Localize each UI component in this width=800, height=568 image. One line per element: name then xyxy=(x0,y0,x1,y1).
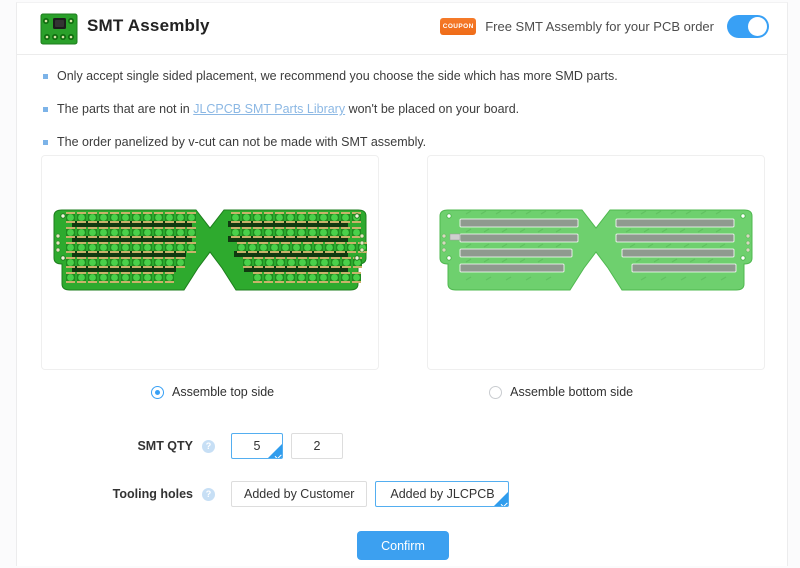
tooling-holes-row: Tooling holes ? Added by Customer Added … xyxy=(41,481,765,507)
help-icon[interactable]: ? xyxy=(202,488,215,501)
note-item: The parts that are not in JLCPCB SMT Par… xyxy=(43,100,743,118)
note-text-before: Only accept single sided placement, we r… xyxy=(57,69,618,83)
bullet-icon xyxy=(43,140,48,145)
top-side-pcb-image xyxy=(50,188,370,338)
radio-assemble-top-side[interactable]: Assemble top side xyxy=(151,385,274,399)
radio-label: Assemble bottom side xyxy=(510,385,633,399)
note-item: The order panelized by v-cut can not be … xyxy=(43,133,743,151)
bullet-icon xyxy=(43,107,48,112)
card-header: SMT Assembly COUPON Free SMT Assembly fo… xyxy=(17,3,787,55)
smt-qty-option-label: 2 xyxy=(314,439,321,453)
note-item: Only accept single sided placement, we r… xyxy=(43,67,743,85)
note-text-before: The parts that are not in xyxy=(57,102,193,116)
coupon-text: Free SMT Assembly for your PCB order xyxy=(485,19,714,34)
help-icon[interactable]: ? xyxy=(202,440,215,453)
check-icon xyxy=(501,500,508,507)
radio-assemble-bottom-side[interactable]: Assemble bottom side xyxy=(489,385,633,399)
radio-label: Assemble top side xyxy=(172,385,274,399)
bullet-icon xyxy=(43,74,48,79)
tooling-holes-option-label: Added by JLCPCB xyxy=(390,487,494,501)
assembly-side-options: Assemble top side Assemble bottom side xyxy=(41,385,765,399)
toggle-knob xyxy=(748,17,767,36)
note-text: Only accept single sided placement, we r… xyxy=(57,67,618,85)
note-text-after: won't be placed on your board. xyxy=(345,102,519,116)
pcb-preview-row xyxy=(41,155,765,370)
tooling-holes-option-customer[interactable]: Added by Customer xyxy=(231,481,367,507)
coupon-promo: COUPON Free SMT Assembly for your PCB or… xyxy=(440,15,769,38)
smt-assembly-card: SMT Assembly COUPON Free SMT Assembly fo… xyxy=(16,2,788,566)
page-title: SMT Assembly xyxy=(87,16,210,36)
smt-qty-option-2[interactable]: 2 xyxy=(291,433,343,459)
tooling-holes-option-label: Added by Customer xyxy=(244,487,354,501)
note-text-before: The order panelized by v-cut can not be … xyxy=(57,135,426,149)
smt-qty-label: SMT QTY xyxy=(41,439,193,453)
page-background: SMT Assembly COUPON Free SMT Assembly fo… xyxy=(0,0,800,568)
bottom-side-pcb-preview[interactable] xyxy=(427,155,765,370)
parts-library-link[interactable]: JLCPCB SMT Parts Library xyxy=(193,102,345,116)
coupon-badge: COUPON xyxy=(440,18,476,35)
tooling-holes-label: Tooling holes xyxy=(41,487,193,501)
radio-icon xyxy=(151,386,164,399)
smt-assembly-toggle[interactable] xyxy=(727,15,769,38)
tooling-holes-option-jlcpcb[interactable]: Added by JLCPCB xyxy=(375,481,509,507)
smt-qty-option-label: 5 xyxy=(254,439,261,453)
bottom-side-pcb-image xyxy=(436,188,756,338)
top-side-pcb-preview[interactable] xyxy=(41,155,379,370)
confirm-row: Confirm xyxy=(17,531,789,560)
note-text: The parts that are not in JLCPCB SMT Par… xyxy=(57,100,519,118)
pcb-board-icon xyxy=(39,13,79,45)
confirm-button[interactable]: Confirm xyxy=(357,531,449,560)
radio-icon xyxy=(489,386,502,399)
note-text: The order panelized by v-cut can not be … xyxy=(57,133,426,151)
smt-qty-row: SMT QTY ? 5 2 xyxy=(41,433,765,459)
check-icon xyxy=(274,452,281,459)
smt-qty-option-5[interactable]: 5 xyxy=(231,433,283,459)
notes-list: Only accept single sided placement, we r… xyxy=(43,67,743,166)
